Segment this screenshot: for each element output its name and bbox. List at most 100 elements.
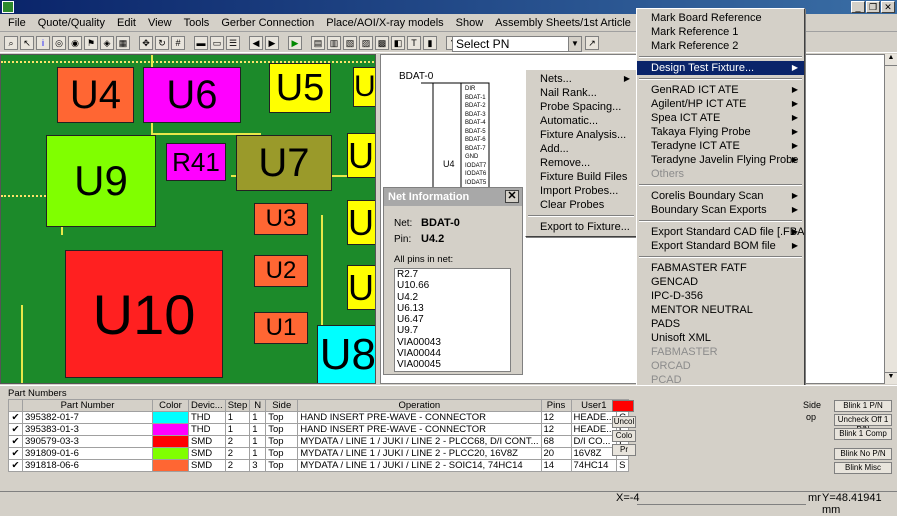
go-icon[interactable]: ▶ (288, 35, 302, 50)
layer-bottom-icon[interactable]: ▭ (210, 35, 224, 50)
component-U1-d[interactable]: U1 (353, 67, 375, 107)
menu-item-corelis-boundary-scan[interactable]: Corelis Boundary Scan ▶ (637, 189, 804, 203)
view5-icon[interactable]: ▩ (375, 35, 389, 50)
menu-item-fabmaster-fatf[interactable]: FABMASTER FATF (637, 261, 804, 275)
fixture-menu-item-clear-probes[interactable]: Clear Probes (526, 198, 636, 212)
pin-list-item[interactable]: VIA00045 (397, 359, 510, 370)
pin-listbox[interactable]: R2.7 U10.66 U4.2 U6.13 U6.47 U9.7 VIA00043 VIA0… (394, 268, 511, 372)
chevron-down-icon[interactable]: ▼ (568, 37, 581, 51)
scroll-up-icon[interactable]: ▲ (885, 54, 897, 66)
close-button[interactable]: ✕ (881, 1, 895, 13)
menu-item-export-standard-bom-file[interactable]: Export Standard BOM file ▶ (637, 239, 804, 253)
column-header-step[interactable]: Step (224, 399, 251, 412)
checkbox-icon[interactable]: ✔ (8, 423, 23, 436)
pin-list-item[interactable]: VIA00046 (397, 371, 510, 372)
tag-icon[interactable]: ◈ (100, 35, 114, 50)
pin-list-item[interactable]: R2.7 (397, 269, 510, 280)
component-U10[interactable]: U10 (65, 250, 223, 378)
rotate-icon[interactable]: ↻ (155, 35, 169, 50)
menu-quote-quality[interactable]: Quote/Quality (32, 14, 111, 32)
menu-item-ipc-d-356[interactable]: IPC-D-356 (637, 289, 804, 303)
fixture-menu-item-fixture-build-files[interactable]: Fixture Build Files (526, 170, 636, 184)
menu-item-mentor-neutral[interactable]: MENTOR NEUTRAL (637, 303, 804, 317)
view1-icon[interactable]: ▤ (311, 35, 325, 50)
fixture-menu-item-nets[interactable]: Nets... ▶ (526, 72, 636, 86)
column-header-side[interactable]: Side (265, 399, 299, 412)
component-U4[interactable]: U4 (57, 67, 134, 123)
pin-list-item[interactable]: U4.2 (397, 292, 510, 303)
menu-edit[interactable]: Edit (111, 14, 142, 32)
next-icon[interactable]: ▶ (265, 35, 279, 50)
component-U9[interactable]: U9 (46, 135, 156, 227)
view3-icon[interactable]: ▧ (343, 35, 357, 50)
checkbox-icon[interactable]: ✔ (8, 411, 23, 424)
component-U1[interactable]: U1 (254, 312, 308, 344)
menu-tools[interactable]: Tools (178, 14, 216, 32)
menu-show[interactable]: Show (450, 14, 490, 32)
restore-button[interactable]: ❐ (866, 1, 880, 13)
fixture-menu-item-export-to-fixture[interactable]: Export to Fixture... (526, 220, 636, 234)
pointer-icon[interactable]: ↖ (20, 35, 34, 50)
zoom-icon[interactable]: ⌕ (4, 35, 18, 50)
component-U7[interactable]: U7 (236, 135, 332, 191)
menu-item-spea-ict-ate[interactable]: Spea ICT ATE ▶ (637, 111, 804, 125)
text-icon[interactable]: T (407, 35, 421, 50)
pin-list-item[interactable]: U6.47 (397, 314, 510, 325)
menu-item-unisoft-xml[interactable]: Unisoft XML (637, 331, 804, 345)
pin-icon[interactable]: ◉ (68, 35, 82, 50)
arrow-tool-icon[interactable]: ↗ (585, 36, 599, 50)
menu-item-takaya-flying-probe[interactable]: Takaya Flying Probe ▶ (637, 125, 804, 139)
fixture-menu-item-add[interactable]: Add... (526, 142, 636, 156)
menu-item-mark-reference-1[interactable]: Mark Reference 1 (637, 25, 804, 39)
chip-icon[interactable]: ▦ (116, 35, 130, 50)
column-header-n[interactable]: N (249, 399, 267, 412)
layers-icon[interactable]: ☰ (226, 35, 240, 50)
menu-assembly-sheets-1st-article[interactable]: Assembly Sheets/1st Article (489, 14, 637, 32)
view2-icon[interactable]: ▥ (327, 35, 341, 50)
menu-file[interactable]: File (2, 14, 32, 32)
component-U1-b[interactable]: U1 (347, 200, 375, 245)
menu-item-design-test-fixture[interactable]: Design Test Fixture... ▶ (637, 61, 804, 75)
fixture-menu-item-remove[interactable]: Remove... (526, 156, 636, 170)
menu-item-gencad[interactable]: GENCAD (637, 275, 804, 289)
fixture-menu-item-probe-spacing[interactable]: Probe Spacing... (526, 100, 636, 114)
prev-icon[interactable]: ◀ (249, 35, 263, 50)
fixture-menu-item-fixture-analysis[interactable]: Fixture Analysis... (526, 128, 636, 142)
color-swatch[interactable] (612, 400, 634, 412)
column-header-pins[interactable]: Pins (540, 399, 572, 412)
table-row[interactable]: ✔ 395383-01-3 THD 1 1 Top HAND INSERT PRE-WAVE… (8, 423, 630, 436)
table-row[interactable]: ✔ 395382-01-7 THD 1 1 Top HAND INSERT PRE-WAVE… (8, 411, 630, 424)
fixture-menu-item-import-probes[interactable]: Import Probes... (526, 184, 636, 198)
menu-view[interactable]: View (142, 14, 178, 32)
menu-item-genrad-ict-ate[interactable]: GenRAD ICT ATE ▶ (637, 83, 804, 97)
checkbox-icon[interactable]: ✔ (8, 435, 23, 448)
menu-item-teradyne-ict-ate[interactable]: Teradyne ICT ATE ▶ (637, 139, 804, 153)
menu-item-mark-reference-2[interactable]: Mark Reference 2 (637, 39, 804, 53)
pin-list-item[interactable]: U10.66 (397, 280, 510, 291)
menu-item-boundary-scan-exports[interactable]: Boundary Scan Exports ▶ (637, 203, 804, 217)
component-U1-a[interactable]: U1 (347, 133, 375, 178)
part-select[interactable]: Select PN ▼ (452, 36, 582, 52)
table-row[interactable]: ✔ 390579-03-3 SMD 2 1 Top MYDATA / LINE 1 / JU… (8, 435, 630, 448)
column-header-color[interactable]: Color (152, 399, 189, 412)
mid-button-pr[interactable]: Pr (612, 444, 636, 456)
menu-item-pads[interactable]: PADS (637, 317, 804, 331)
pin-list-item[interactable]: U6.13 (397, 303, 510, 314)
column-header-user1[interactable]: User1 (570, 399, 618, 412)
close-icon[interactable]: ✕ (505, 190, 519, 203)
component-U2[interactable]: U2 (254, 255, 308, 287)
menu-item-teradyne-javelin-flying-probe[interactable]: Teradyne Javelin Flying Probe ▶ (637, 153, 804, 167)
pin-list-item[interactable]: VIA00044 (397, 348, 510, 359)
component-U5[interactable]: U5 (269, 63, 331, 113)
mid-button-uncol[interactable]: Uncol (612, 416, 636, 428)
view4-icon[interactable]: ▨ (359, 35, 373, 50)
view6-icon[interactable]: ◧ (391, 35, 405, 50)
uncheck-off-1-p-n-button[interactable]: Uncheck Off 1 P/N (834, 414, 892, 434)
column-header-operation[interactable]: Operation (297, 399, 542, 412)
menu-item-mark-board-reference[interactable]: Mark Board Reference (637, 11, 804, 25)
vertical-scrollbar[interactable]: ▲ ▼ (884, 54, 897, 384)
pcb-board-view[interactable]: U4 U6 U5 U9 R41 U7 U3 U2 U1 U10 U8 U1 U1… (0, 54, 376, 384)
blink-1-p-n-button[interactable]: Blink 1 P/N (834, 400, 892, 412)
pin-list-item[interactable]: U9.7 (397, 325, 510, 336)
minimize-button[interactable]: _ (851, 1, 865, 13)
